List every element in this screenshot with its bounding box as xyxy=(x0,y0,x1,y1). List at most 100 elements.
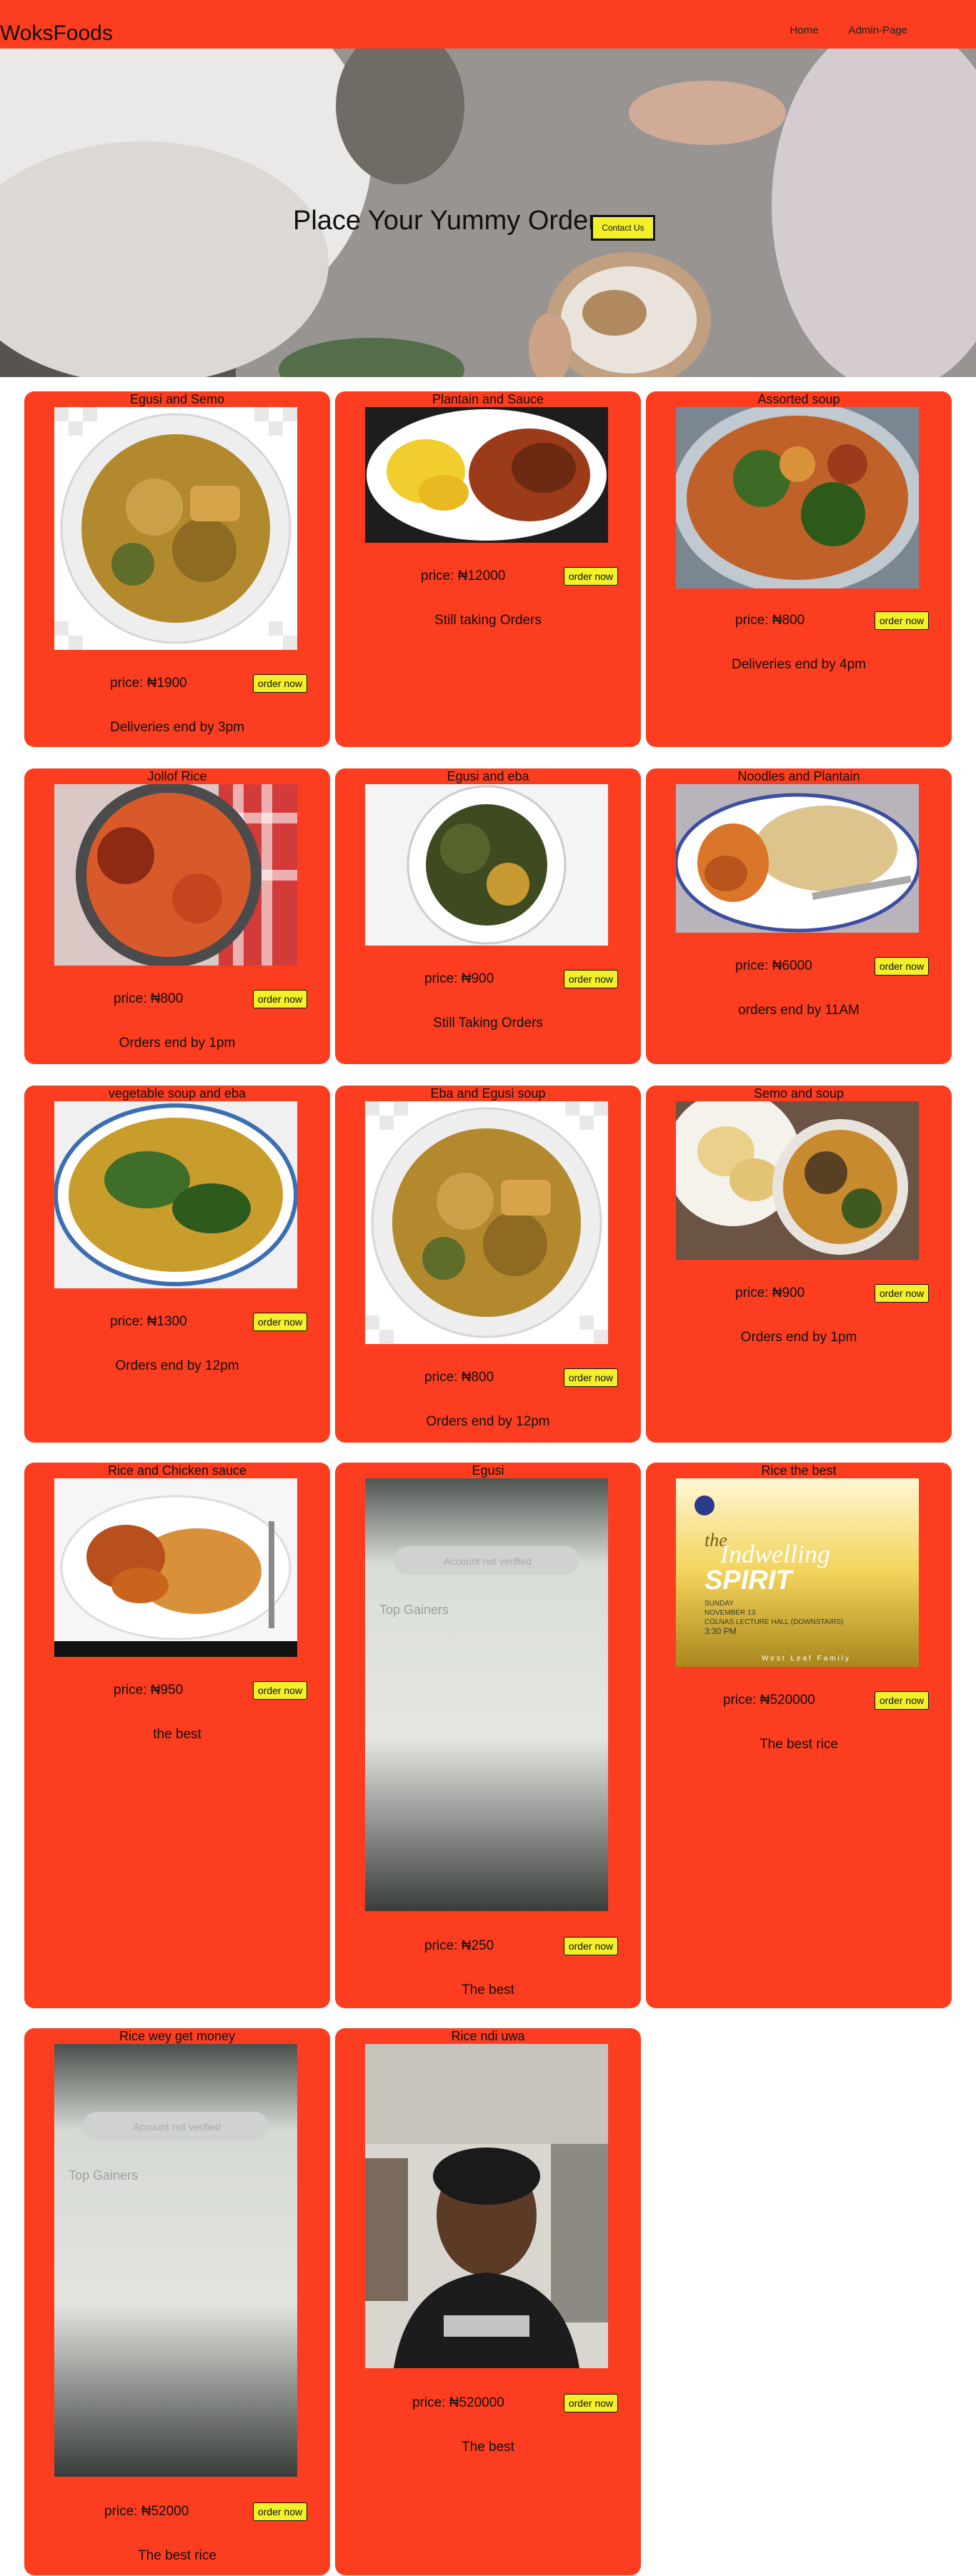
product-name: Rice wey get money xyxy=(119,2029,236,2043)
svg-text:Top Gainers: Top Gainers xyxy=(69,2168,138,2182)
product-note: orders end by 11AM xyxy=(738,1003,860,1018)
navbar: WoksFoods Home Admin-Page xyxy=(0,0,976,49)
product-name: Egusi and eba xyxy=(447,769,529,783)
product-name: Assorted soup xyxy=(757,392,840,406)
product-name: Egusi xyxy=(472,1463,504,1478)
product-name: Rice and Chicken sauce xyxy=(107,1463,247,1478)
product-note: The best xyxy=(462,1983,514,1998)
order-now-button[interactable]: order now xyxy=(875,1691,929,1710)
product-image xyxy=(54,1101,297,1288)
product-card: Plantain and Sauce price: ₦12000 order n… xyxy=(335,391,641,747)
product-image xyxy=(676,407,919,588)
brand-logo[interactable]: WoksFoods xyxy=(0,21,113,46)
product-note: Still taking Orders xyxy=(434,613,542,628)
product-card: Rice and Chicken sauce price: ₦950 order… xyxy=(24,1463,330,2008)
product-image xyxy=(365,2044,608,2368)
product-card: Rice wey get money Account not verified … xyxy=(24,2028,330,2575)
product-price: price: ₦900 xyxy=(424,971,494,986)
hero-title: Place Your Yummy Order xyxy=(293,206,597,236)
product-note: Deliveries end by 4pm xyxy=(732,657,866,672)
order-now-button[interactable]: order now xyxy=(253,990,307,1008)
product-image xyxy=(365,407,608,543)
product-card: Eba and Egusi soup price: ₦800 order now… xyxy=(335,1086,641,1443)
svg-text:Account not verified: Account not verified xyxy=(444,1555,532,1567)
svg-text:NOVEMBER 13: NOVEMBER 13 xyxy=(704,1609,756,1617)
product-price: price: ₦6000 xyxy=(735,958,812,973)
product-price: price: ₦250 xyxy=(424,1938,494,1953)
svg-text:Indwelling: Indwelling xyxy=(719,1540,830,1568)
product-image xyxy=(676,784,919,933)
product-name: Jollof Rice xyxy=(147,769,207,783)
order-now-button[interactable]: order now xyxy=(564,567,618,586)
product-name: Semo and soup xyxy=(753,1086,845,1101)
order-now-button[interactable]: order now xyxy=(253,1313,307,1331)
product-card: Egusi and Semo price: ₦1900 order now De… xyxy=(24,391,330,747)
product-name: Plantain and Sauce xyxy=(432,392,544,406)
product-price: price: ₦800 xyxy=(424,1370,494,1385)
product-card: Semo and soup price: ₦900 order now Orde… xyxy=(646,1086,952,1443)
product-card: Rice the best the Indwelling SPIRIT SUND… xyxy=(646,1463,952,2008)
order-now-button[interactable]: order now xyxy=(253,674,307,693)
product-name: Eba and Egusi soup xyxy=(430,1086,546,1101)
product-price: price: ₦1300 xyxy=(110,1314,187,1329)
product-image xyxy=(365,1101,608,1344)
product-card: Assorted soup price: ₦800 order now Deli… xyxy=(646,391,952,747)
product-note: The best rice xyxy=(760,1737,838,1752)
product-note: Orders end by 12pm xyxy=(426,1414,550,1429)
product-price: price: ₦520000 xyxy=(723,1693,815,1708)
product-name: vegetable soup and eba xyxy=(108,1086,247,1101)
product-price: price: ₦520000 xyxy=(412,2395,504,2410)
product-note: Still Taking Orders xyxy=(433,1016,543,1031)
product-name: Rice the best xyxy=(761,1463,837,1478)
product-image: the Indwelling SPIRIT SUNDAY NOVEMBER 13… xyxy=(676,1478,919,1667)
product-name: Noodles and Plantain xyxy=(737,769,860,783)
product-card: Rice ndi uwa price: ₦520000 order now Th… xyxy=(335,2028,641,2575)
product-image: Account not verified Top Gainers xyxy=(365,1478,608,1911)
product-note: Orders end by 1pm xyxy=(740,1330,857,1345)
order-now-button[interactable]: order now xyxy=(875,957,929,976)
order-now-button[interactable]: order now xyxy=(875,611,929,630)
svg-text:COLNAS LECTURE HALL (DOWNSTAIR: COLNAS LECTURE HALL (DOWNSTAIRS) xyxy=(704,1618,843,1626)
product-price: price: ₦900 xyxy=(735,1286,805,1300)
product-image xyxy=(54,1478,297,1657)
product-image xyxy=(676,1101,919,1260)
svg-text:3:30 PM: 3:30 PM xyxy=(704,1626,737,1636)
product-note: The best xyxy=(462,2440,514,2455)
order-now-button[interactable]: order now xyxy=(253,2502,307,2521)
svg-text:Account not verified: Account not verified xyxy=(133,2121,221,2133)
product-image xyxy=(54,784,297,966)
product-card: vegetable soup and eba price: ₦1300 orde… xyxy=(24,1086,330,1443)
product-price: price: ₦950 xyxy=(114,1683,184,1698)
order-now-button[interactable]: order now xyxy=(875,1284,929,1303)
product-image xyxy=(365,784,608,946)
svg-text:SUNDAY: SUNDAY xyxy=(704,1600,734,1608)
nav-admin-link[interactable]: Admin-Page xyxy=(848,24,907,36)
product-note: The best rice xyxy=(138,2548,216,2563)
product-image: Account not verified Top Gainers xyxy=(54,2044,297,2477)
nav-links: Home Admin-Page xyxy=(790,24,907,36)
product-price: price: ₦800 xyxy=(735,613,805,628)
product-price: price: ₦52000 xyxy=(104,2504,189,2519)
product-card: Egusi and eba price: ₦900 order now Stil… xyxy=(335,768,641,1064)
product-note: the best xyxy=(153,1727,201,1742)
svg-text:West Leaf Family: West Leaf Family xyxy=(762,1655,851,1663)
nav-home-link[interactable]: Home xyxy=(790,24,818,36)
product-price: price: ₦800 xyxy=(114,991,184,1006)
product-name: Rice ndi uwa xyxy=(451,2029,525,2043)
product-card: Egusi Account not verified Top Gainers p… xyxy=(335,1463,641,2008)
order-now-button[interactable]: order now xyxy=(564,970,618,988)
order-now-button[interactable]: order now xyxy=(564,1368,618,1387)
product-name: Egusi and Semo xyxy=(129,392,225,406)
product-note: Orders end by 1pm xyxy=(119,1036,236,1051)
product-card: Noodles and Plantain price: ₦6000 order … xyxy=(646,768,952,1064)
order-now-button[interactable]: order now xyxy=(564,2394,618,2412)
svg-text:SPIRIT: SPIRIT xyxy=(704,1565,794,1595)
product-note: Orders end by 12pm xyxy=(115,1358,239,1373)
product-price: price: ₦12000 xyxy=(421,568,506,583)
product-card: Jollof Rice price: ₦800 order now Orders… xyxy=(24,768,330,1064)
order-now-button[interactable]: order now xyxy=(253,1681,307,1700)
order-now-button[interactable]: order now xyxy=(564,1937,618,1955)
hero-banner: Place Your Yummy Order Contact Us xyxy=(0,49,976,377)
contact-us-button[interactable]: Contact Us xyxy=(591,215,655,241)
product-price: price: ₦1900 xyxy=(110,676,187,691)
